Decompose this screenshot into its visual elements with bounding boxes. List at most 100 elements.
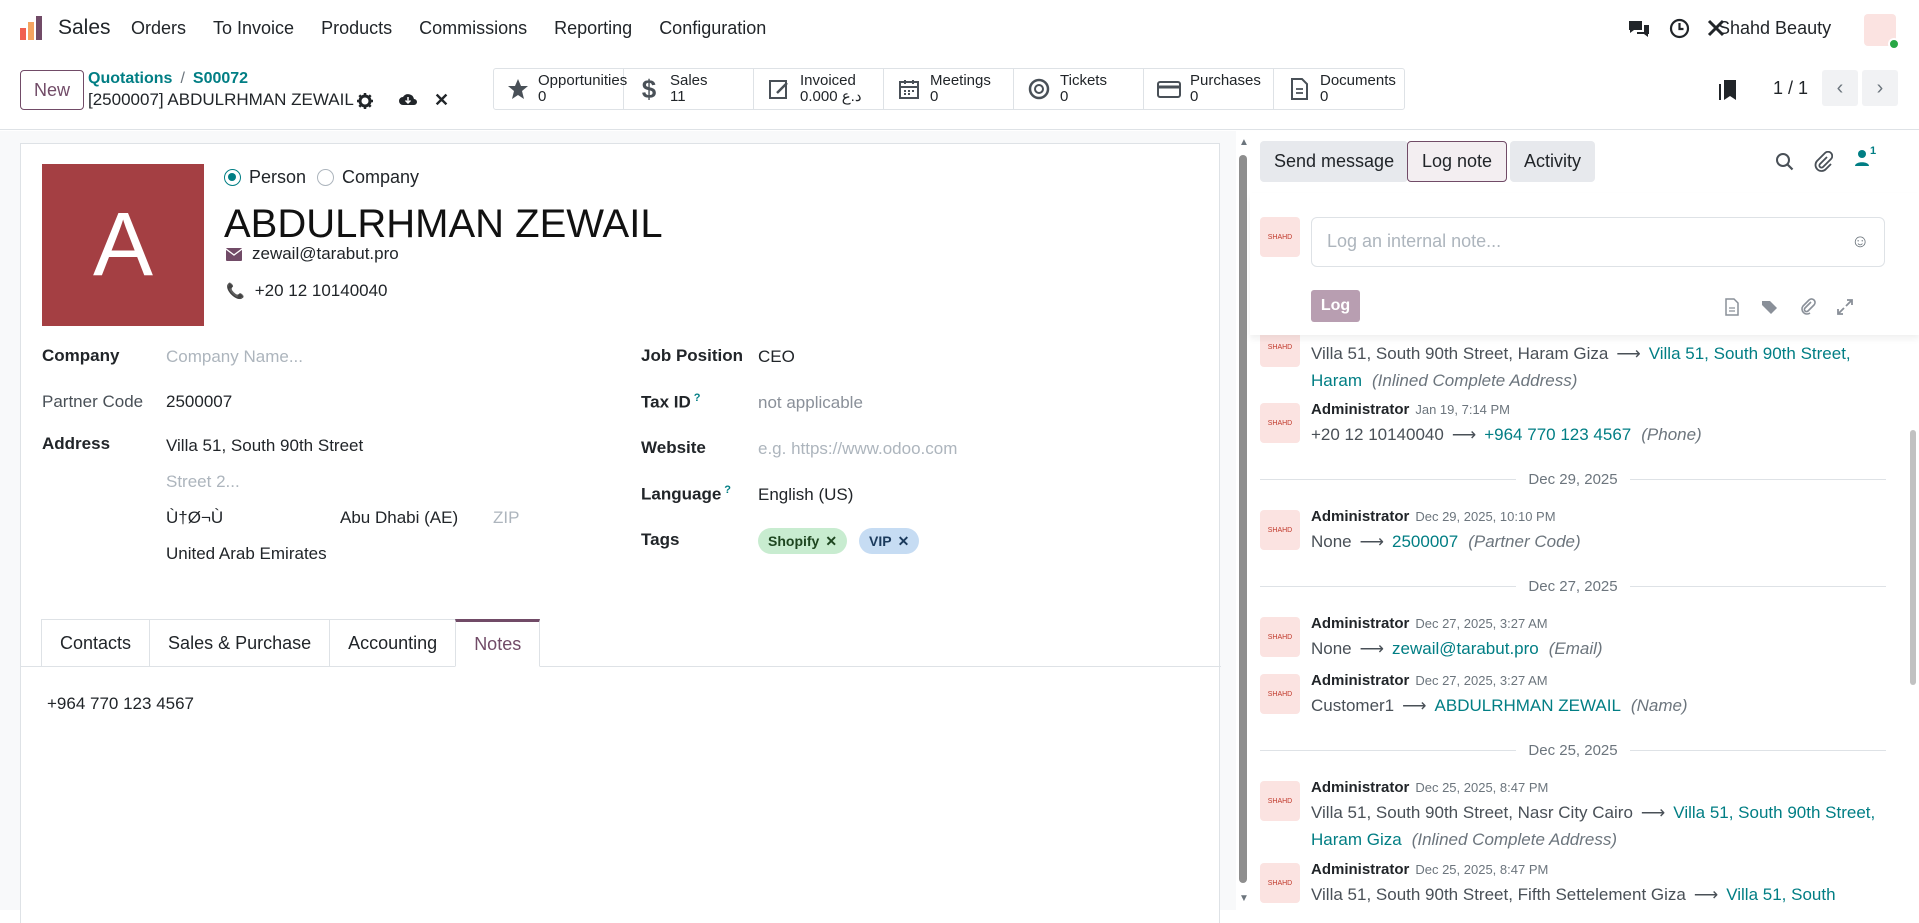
author-avatar: SHAHD [1260,510,1300,550]
tag-remove-icon[interactable]: ✕ [825,533,837,550]
radio-person[interactable]: Person [224,167,306,188]
tab-sales-purchase[interactable]: Sales & Purchase [149,619,330,667]
send-message-button[interactable]: Send message [1260,141,1409,182]
street2-input[interactable]: Street 2... [166,472,240,492]
chatter-scrollbar[interactable] [1910,430,1916,685]
log-note-button[interactable]: Log note [1407,141,1508,182]
company-input[interactable]: Company Name... [166,347,303,367]
language-label: Language? [641,484,731,505]
stat-invoiced[interactable]: Invoiced 0.000 د.ع [754,69,884,109]
invoice-icon [766,76,792,102]
partner-code-field[interactable]: 2500007 [166,392,232,412]
gear-icon[interactable] [356,92,374,110]
country-field[interactable]: United Arab Emirates [166,544,327,564]
stat-value: 0 [1320,88,1329,105]
sales-app-icon[interactable] [18,14,46,42]
stat-documents[interactable]: Documents 0 [1274,69,1404,109]
scroll-up-icon[interactable]: ▲ [1239,137,1249,148]
job-position-field[interactable]: CEO [758,347,795,367]
author-name[interactable]: Administrator [1311,672,1409,689]
stat-label: Tickets [1060,72,1107,89]
pager-value[interactable]: 1 / 1 [1773,78,1808,99]
pager-next-button[interactable]: › [1862,70,1898,106]
partner-name-field[interactable]: ABDULRHMAN ZEWAIL [224,202,663,247]
stat-meetings[interactable]: Meetings 0 [884,69,1014,109]
new-value[interactable]: zewail@tarabut.pro [1392,639,1539,658]
menu-configuration[interactable]: Configuration [659,18,766,39]
author-name[interactable]: Administrator [1311,779,1409,796]
form-scrollbar[interactable]: ▲ ▼ [1236,131,1250,910]
new-value[interactable]: +964 770 123 4567 [1484,425,1631,444]
form-sheet: A Person Company ABDULRHMAN ZEWAIL zewai… [20,143,1221,923]
old-value: Villa 51, South 90th Street, Haram Giza [1311,344,1609,363]
menu-reporting[interactable]: Reporting [554,18,632,39]
cloud-save-icon[interactable] [398,91,418,107]
menu-commissions[interactable]: Commissions [419,18,527,39]
language-field[interactable]: English (US) [758,485,853,505]
menu-orders[interactable]: Orders [131,18,186,39]
bookmark-icon[interactable] [1718,78,1738,102]
tab-accounting[interactable]: Accounting [329,619,456,667]
author-name[interactable]: Administrator [1311,508,1409,525]
stat-purchases[interactable]: Purchases 0 [1144,69,1274,109]
help-tooltip-icon[interactable]: ? [724,484,731,496]
phone-field[interactable]: +20 12 10140040 [255,281,388,301]
scroll-down-icon[interactable]: ▼ [1239,893,1249,904]
clock-icon[interactable] [1669,18,1690,39]
stat-value: 0 [930,88,939,105]
stat-tickets[interactable]: Tickets 0 [1014,69,1144,109]
tax-id-field[interactable]: not applicable [758,393,863,413]
new-value[interactable]: ABDULRHMAN ZEWAIL [1435,696,1621,715]
notes-content[interactable]: +964 770 123 4567 [47,694,194,714]
attachment-icon[interactable] [1799,297,1817,317]
tags-icon[interactable] [1760,298,1780,316]
log-note-input[interactable]: Log an internal note... [1311,217,1885,267]
new-value[interactable]: 2500007 [1392,532,1458,551]
new-value[interactable]: Villa 51, South [1726,885,1835,904]
search-icon[interactable] [1775,152,1795,172]
scrollbar-thumb[interactable] [1239,155,1247,883]
menu-products[interactable]: Products [321,18,392,39]
partner-avatar[interactable]: A [42,164,204,326]
help-tooltip-icon[interactable]: ? [694,392,701,404]
app-name[interactable]: Sales [58,16,111,40]
zip-input[interactable]: ZIP [493,508,519,528]
radio-company[interactable]: Company [317,167,419,188]
breadcrumb-order[interactable]: S00072 [193,70,248,87]
menu-to-invoice[interactable]: To Invoice [213,18,294,39]
company-label: Company [42,346,120,365]
chat-icon[interactable] [1628,19,1650,39]
stat-sales[interactable]: $ Sales 11 [624,69,754,109]
tag-remove-icon[interactable]: ✕ [898,533,910,550]
stat-opportunities[interactable]: Opportunities 0 [494,69,627,109]
author-name[interactable]: Administrator [1311,615,1409,632]
paperclip-icon[interactable] [1813,151,1833,173]
message-body: None ⟶ 2500007 (Partner Code) [1311,528,1901,555]
user-avatar[interactable] [1864,14,1900,50]
tab-contacts[interactable]: Contacts [41,619,150,667]
state-field[interactable]: Abu Dhabi (AE) [340,508,458,528]
tab-notes[interactable]: Notes [455,619,541,667]
pager-previous-button[interactable]: ‹ [1822,70,1858,106]
author-avatar: SHAHD [1260,781,1300,821]
followers-button[interactable]: 1 [1854,145,1876,167]
company-switcher[interactable]: Shahd Beauty [1718,18,1831,39]
activity-button[interactable]: Activity [1510,141,1596,182]
email-field[interactable]: zewail@tarabut.pro [252,244,399,264]
expand-icon[interactable] [1836,298,1854,316]
tax-id-label-text: Tax ID [641,392,691,412]
stat-value: 0.000 د.ع [800,88,862,105]
website-input[interactable]: e.g. https://www.odoo.com [758,439,957,459]
new-button[interactable]: New [20,70,84,110]
author-name[interactable]: Administrator [1311,401,1409,418]
emoji-icon[interactable]: ☺ [1851,231,1869,252]
discard-icon[interactable]: ✕ [434,90,449,111]
breadcrumb-quotations[interactable]: Quotations [88,70,172,87]
author-name[interactable]: Administrator [1311,861,1409,878]
street-field[interactable]: Villa 51, South 90th Street [166,436,363,456]
old-value: Villa 51, South 90th Street, Nasr City C… [1311,803,1633,822]
log-button[interactable]: Log [1311,290,1360,322]
city-field[interactable]: Ù†Ø¬Ù [166,508,223,528]
language-label-text: Language [641,484,722,504]
template-icon[interactable] [1724,298,1740,316]
